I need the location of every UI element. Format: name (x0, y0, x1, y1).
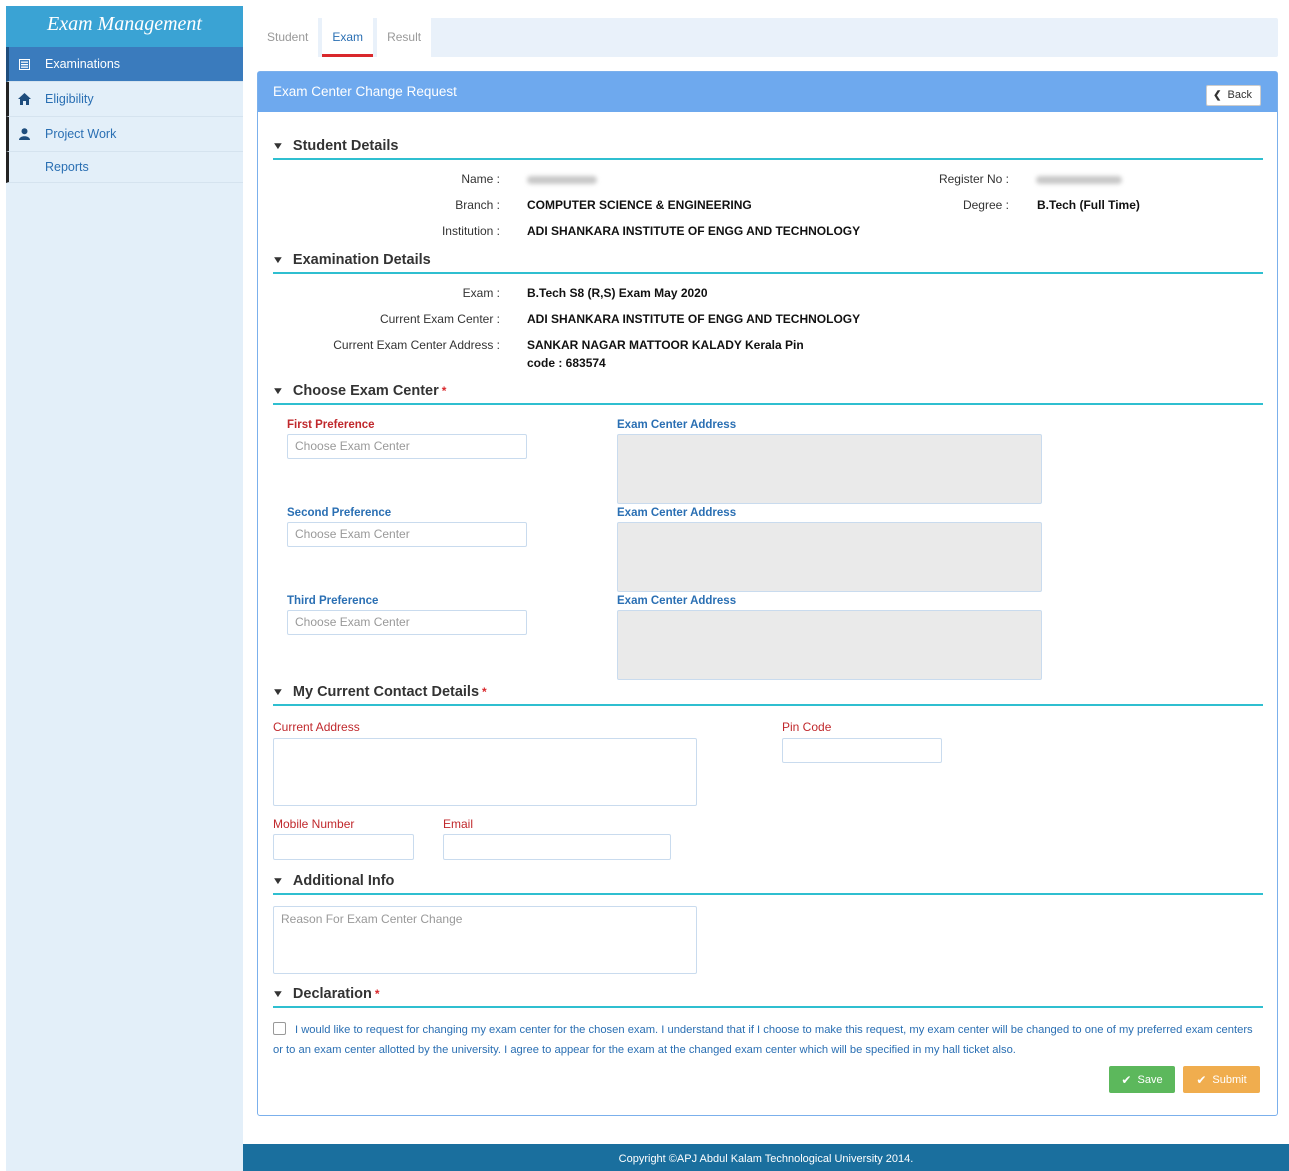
chevron-left-icon: ❮ (1213, 90, 1222, 101)
sidebar-title: Exam Management (6, 6, 243, 47)
section-title: Additional Info (292, 873, 395, 889)
chevron-down-icon: ▼ (271, 988, 285, 1000)
section-choose-exam-center[interactable]: ▼ Choose Exam Center * (271, 383, 1263, 405)
third-preference-label: Third Preference (287, 595, 379, 607)
second-preference-select[interactable]: Choose Exam Center (287, 522, 527, 547)
email-label: Email (443, 817, 474, 831)
save-button[interactable]: ✔ Save (1109, 1066, 1175, 1093)
check-icon: ✔ (1121, 1072, 1132, 1087)
current-address-input[interactable] (273, 738, 697, 806)
sidebar-item-reports[interactable]: Reports (6, 152, 243, 183)
first-center-address (617, 434, 1042, 504)
degree-value: B.Tech (Full Time) (1037, 198, 1140, 212)
chevron-down-icon: ▼ (271, 140, 285, 152)
third-center-address (617, 610, 1042, 680)
required-mark: * (482, 685, 487, 699)
sidebar-item-eligibility[interactable]: Eligibility (6, 82, 243, 117)
section-examination-details[interactable]: ▼ Examination Details (271, 252, 1263, 274)
chevron-down-icon: ▼ (271, 875, 285, 887)
tab-result[interactable]: Result (377, 18, 432, 57)
register-value-redacted (1036, 176, 1122, 184)
email-input[interactable] (443, 834, 671, 860)
reason-textarea[interactable]: Reason For Exam Center Change (273, 906, 697, 974)
current-address-label: Current Address (273, 720, 360, 734)
current-center-address-label: Current Exam Center Address : (333, 338, 500, 352)
section-title: Examination Details (292, 252, 431, 268)
submit-button[interactable]: ✔ Submit (1183, 1066, 1260, 1093)
pin-code-input[interactable] (782, 738, 942, 763)
panel-header: Exam Center Change Request ❮ Back (258, 72, 1277, 112)
first-preference-label: First Preference (287, 419, 375, 431)
current-center-address-line2: code : 683574 (527, 356, 606, 370)
institution-label: Institution : (441, 224, 500, 238)
required-mark: * (374, 987, 380, 1001)
sidebar: Exam Management Examinations Eligibility… (6, 6, 243, 1171)
user-icon (9, 128, 39, 140)
third-preference-select[interactable]: Choose Exam Center (287, 610, 527, 635)
panel-title: Exam Center Change Request (273, 84, 457, 99)
current-center-address-line1: SANKAR NAGAR MATTOOR KALADY Kerala Pin (527, 338, 804, 352)
mobile-number-label: Mobile Number (273, 817, 355, 831)
institution-value: ADI SHANKARA INSTITUTE OF ENGG AND TECHN… (527, 224, 861, 238)
submit-label: Submit (1212, 1073, 1247, 1086)
name-value-redacted (527, 176, 597, 184)
pin-code-label: Pin Code (782, 720, 832, 734)
chevron-down-icon: ▼ (271, 254, 285, 266)
first-address-label: Exam Center Address (617, 419, 737, 431)
current-center-value: ADI SHANKARA INSTITUTE OF ENGG AND TECHN… (527, 312, 861, 326)
third-address-label: Exam Center Address (617, 595, 737, 607)
back-button[interactable]: ❮ Back (1206, 85, 1261, 106)
section-student-details[interactable]: ▼ Student Details (271, 138, 1263, 160)
second-center-address (617, 522, 1042, 592)
tab-exam[interactable]: Exam (322, 18, 374, 57)
tab-student[interactable]: Student (257, 18, 319, 57)
branch-value: COMPUTER SCIENCE & ENGINEERING (527, 198, 752, 212)
tab-bar: Student Exam Result (257, 18, 1278, 57)
section-title: Declaration (292, 986, 372, 1002)
check-icon: ✔ (1196, 1072, 1207, 1087)
first-preference-select[interactable]: Choose Exam Center (287, 434, 527, 459)
sidebar-item-project-work[interactable]: Project Work (6, 117, 243, 152)
request-panel: Exam Center Change Request ❮ Back ▼ Stud… (257, 71, 1278, 1116)
declaration-text: I would like to request for changing my … (273, 1024, 1253, 1056)
section-declaration[interactable]: ▼ Declaration * (271, 986, 1263, 1008)
second-preference-label: Second Preference (287, 507, 392, 519)
sidebar-item-label: Project Work (45, 127, 117, 141)
declaration-block: I would like to request for changing my … (273, 1020, 1263, 1060)
mobile-number-input[interactable] (273, 834, 414, 860)
section-contact-details[interactable]: ▼ My Current Contact Details * (271, 684, 1263, 706)
list-icon (9, 58, 39, 70)
sidebar-item-label: Reports (45, 160, 89, 174)
second-address-label: Exam Center Address (617, 507, 737, 519)
exam-value: B.Tech S8 (R,S) Exam May 2020 (527, 286, 708, 300)
sidebar-item-label: Examinations (45, 57, 121, 71)
chevron-down-icon: ▼ (271, 686, 285, 698)
footer: Copyright ©APJ Abdul Kalam Technological… (243, 1144, 1289, 1171)
current-center-label: Current Exam Center : (379, 312, 500, 326)
required-mark: * (441, 384, 447, 398)
register-label: Register No : (938, 172, 1009, 186)
section-additional-info[interactable]: ▼ Additional Info (271, 873, 1263, 895)
chevron-down-icon: ▼ (271, 385, 285, 397)
name-label: Name : (461, 172, 500, 186)
exam-label: Exam : (462, 286, 500, 300)
sidebar-item-examinations[interactable]: Examinations (6, 47, 243, 82)
degree-label: Degree : (962, 198, 1009, 212)
branch-label: Branch : (455, 198, 500, 212)
sidebar-item-label: Eligibility (45, 92, 94, 106)
back-label: Back (1227, 89, 1252, 101)
section-title: Choose Exam Center (292, 383, 439, 399)
save-label: Save (1137, 1073, 1163, 1086)
section-title: My Current Contact Details (292, 684, 480, 700)
declaration-checkbox[interactable] (273, 1022, 286, 1035)
section-title: Student Details (292, 138, 399, 154)
home-icon (9, 93, 39, 105)
